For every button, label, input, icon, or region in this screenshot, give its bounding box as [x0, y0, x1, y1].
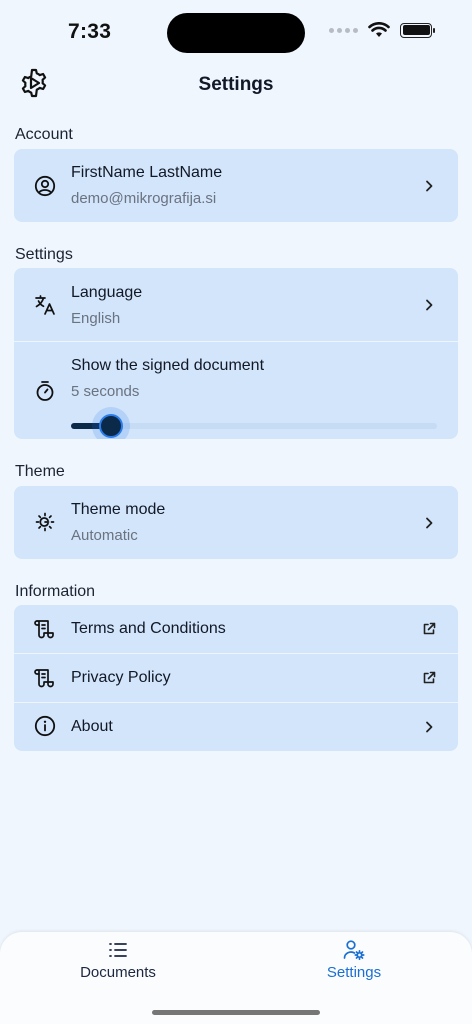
section-label-theme: Theme [15, 463, 65, 480]
privacy-row[interactable]: Privacy Policy [14, 654, 458, 703]
nav-label-documents: Documents [80, 964, 156, 981]
nav-label-settings: Settings [326, 964, 382, 981]
about-label: About [71, 718, 113, 735]
external-link-icon [423, 671, 436, 684]
chevron-right-icon [426, 721, 433, 733]
scroll-icon [34, 669, 54, 688]
terms-label: Terms and Conditions [71, 620, 226, 637]
about-row[interactable]: About [14, 703, 458, 751]
theme-card: Theme mode Automatic [14, 486, 458, 559]
chevron-right-icon [426, 517, 433, 529]
language-value: English [71, 310, 121, 327]
page-title: Settings [198, 74, 274, 95]
translate-icon [35, 295, 55, 315]
home-indicator [152, 1010, 320, 1015]
bottom-navigation: Documents Settings [0, 932, 472, 1024]
language-row[interactable]: Language English [14, 268, 458, 342]
account-card: FirstName LastName demo@mikrografija.si [14, 149, 458, 222]
signed-document-row: Show the signed document 5 seconds [14, 342, 458, 439]
terms-row[interactable]: Terms and Conditions [14, 605, 458, 654]
section-label-settings: Settings [15, 246, 73, 263]
account-row[interactable]: FirstName LastName demo@mikrografija.si [14, 149, 458, 222]
account-email: demo@mikrografija.si [71, 190, 217, 207]
theme-mode-value: Automatic [71, 527, 138, 544]
battery-icon [400, 22, 435, 38]
settings-card: Language English Show the signed documen… [14, 268, 458, 439]
section-label-account: Account [15, 126, 73, 143]
header: Settings [0, 64, 472, 106]
scroll-icon [34, 620, 54, 639]
status-bar: 7:33 [0, 0, 472, 64]
privacy-label: Privacy Policy [71, 669, 171, 686]
chevron-right-icon [426, 180, 433, 192]
information-card: Terms and Conditions Privacy Policy Abou… [14, 605, 458, 751]
slider-thumb[interactable] [99, 414, 123, 438]
theme-mode-row[interactable]: Theme mode Automatic [14, 486, 458, 559]
signed-document-slider[interactable] [71, 407, 437, 439]
nav-item-documents[interactable]: Documents [0, 932, 236, 1002]
info-icon [34, 715, 56, 737]
theme-mode-title: Theme mode [71, 501, 166, 518]
list-icon [109, 943, 127, 957]
status-time: 7:33 [68, 20, 112, 43]
account-name: FirstName LastName [71, 164, 223, 181]
signed-document-value: 5 seconds [71, 383, 140, 400]
wifi-icon [368, 22, 390, 37]
timer-icon [36, 381, 54, 401]
status-icons [329, 22, 435, 38]
user-gear-icon [343, 940, 365, 961]
nav-item-settings[interactable]: Settings [236, 932, 472, 1002]
cellular-signal-icon [329, 27, 358, 33]
language-title: Language [71, 284, 143, 301]
signed-document-title: Show the signed document [71, 357, 265, 374]
dynamic-island [167, 13, 305, 53]
external-link-icon [423, 622, 436, 635]
brightness-auto-icon [35, 512, 55, 532]
chevron-right-icon [426, 299, 433, 311]
user-circle-icon [34, 175, 56, 197]
section-label-information: Information [15, 583, 96, 600]
